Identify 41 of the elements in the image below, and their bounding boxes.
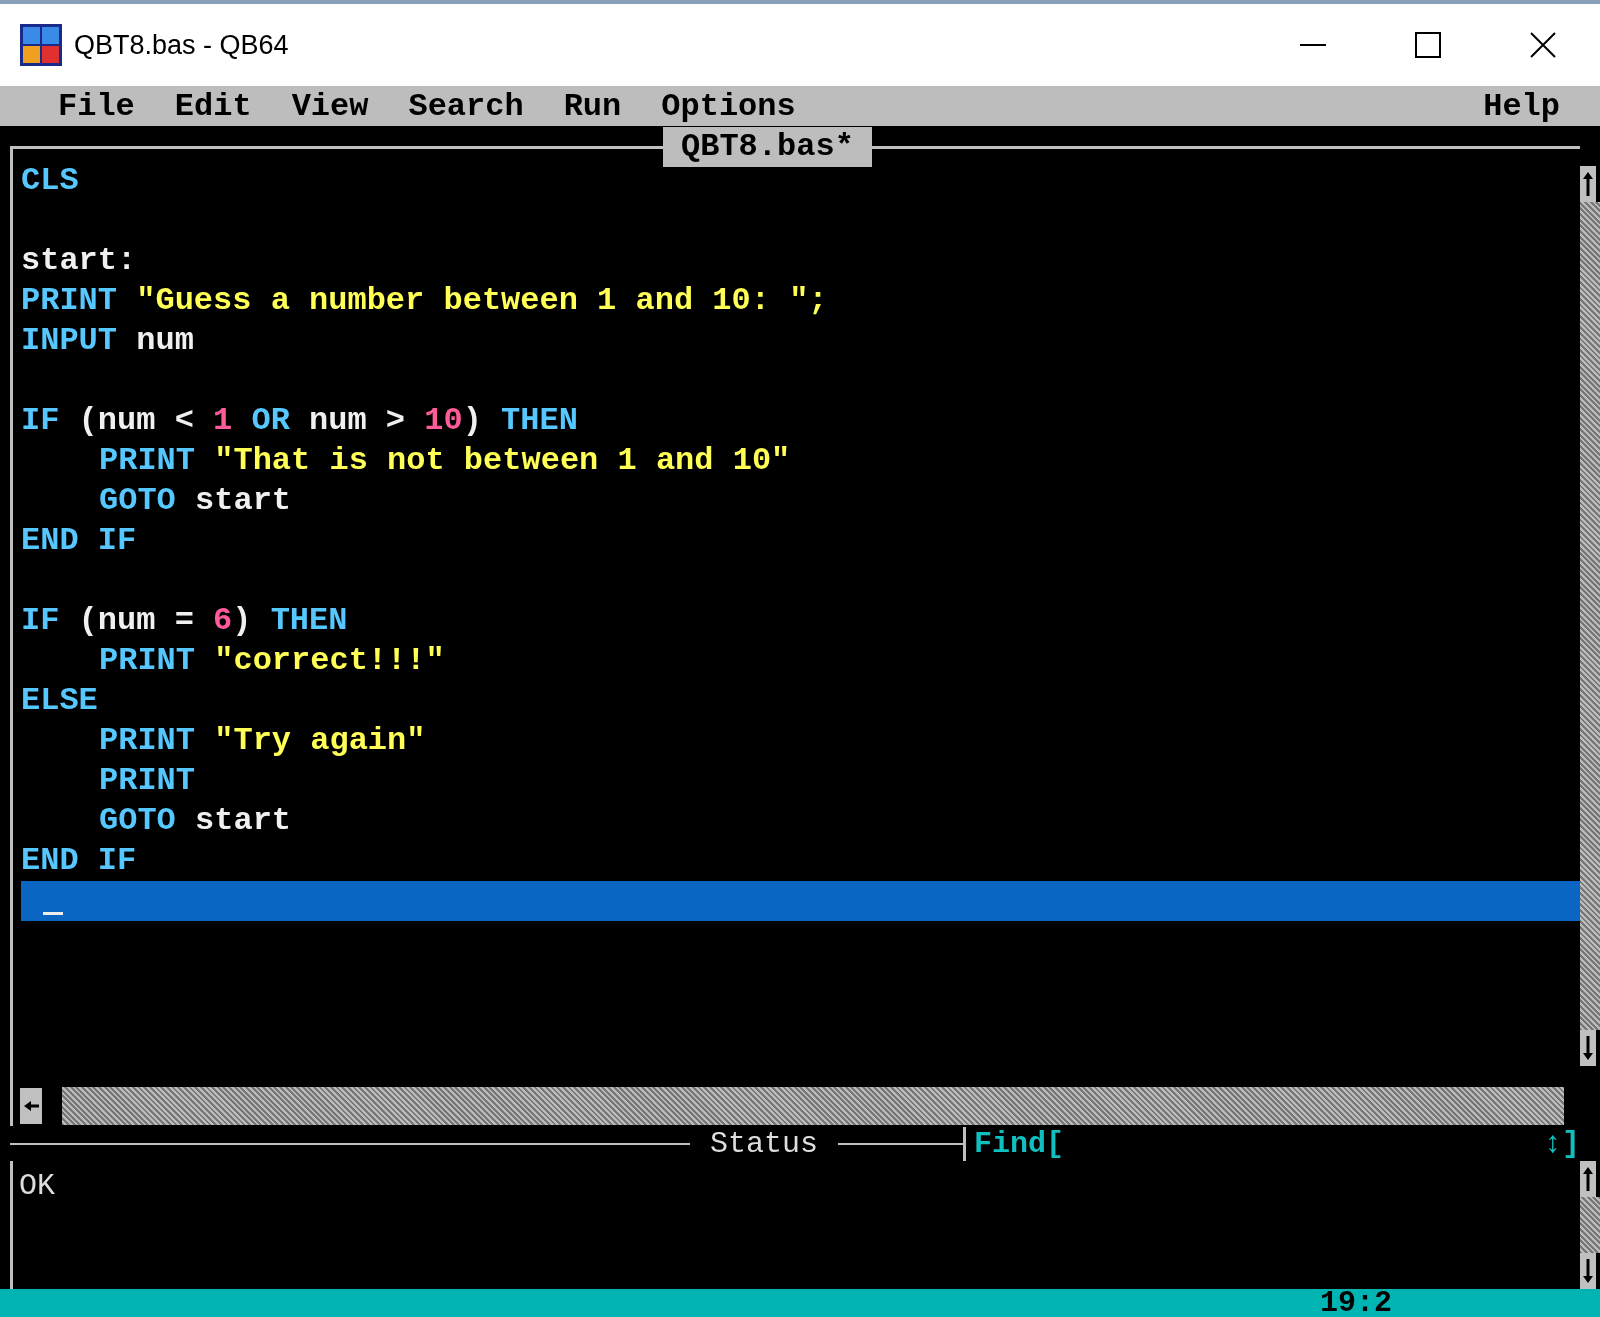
- close-icon[interactable]: [1528, 31, 1557, 59]
- code-line: IF (num < 1 OR num > 10) THEN: [21, 401, 579, 441]
- menu-item[interactable]: Search: [408, 87, 524, 125]
- code-line: start:: [21, 241, 138, 281]
- window-title: QBT8.bas - QB64: [74, 29, 290, 61]
- app-logo-icon: [20, 24, 62, 66]
- menu-item[interactable]: File: [58, 87, 135, 125]
- scroll-down-icon[interactable]: [1580, 1253, 1596, 1289]
- code-line: PRINT "correct!!!": [98, 641, 446, 681]
- scroll-down-icon[interactable]: [1580, 1030, 1596, 1066]
- code-line: PRINT "Try again": [98, 721, 427, 761]
- code-line: PRINT "That is not between 1 and 10": [98, 441, 792, 481]
- code-line: ELSE: [21, 681, 99, 721]
- text-cursor: [43, 912, 63, 915]
- vertical-scrollbar[interactable]: [1580, 166, 1600, 1066]
- menu-item[interactable]: Options: [661, 87, 796, 125]
- status-message: OK: [19, 1169, 55, 1203]
- code-line: IF (num = 6) THEN: [21, 601, 349, 641]
- scroll-up-icon[interactable]: [1580, 166, 1596, 202]
- help-menu[interactable]: Help: [1483, 87, 1560, 125]
- code-line: CLS: [21, 161, 80, 201]
- status-title: Status: [709, 1126, 820, 1161]
- menu-item[interactable]: Run: [563, 87, 622, 125]
- menu-item[interactable]: Edit: [174, 87, 252, 125]
- code-line: GOTO start: [98, 801, 293, 841]
- code-line: GOTO start: [98, 481, 293, 521]
- code-line: PRINT "Guess a number between 1 and 10: ";: [21, 281, 829, 321]
- code-line: END IF: [21, 521, 138, 561]
- scroll-up-icon[interactable]: [1580, 1161, 1596, 1197]
- code-line: END IF: [21, 841, 138, 881]
- find-label: Find[: [974, 1126, 1065, 1161]
- horizontal-scrollbar[interactable]: [62, 1087, 1564, 1125]
- minimize-icon[interactable]: [1299, 43, 1326, 47]
- menu-item[interactable]: View: [291, 87, 369, 125]
- maximize-icon[interactable]: [1414, 32, 1441, 58]
- code-line: PRINT: [98, 761, 196, 801]
- code-line: INPUT num: [21, 321, 195, 361]
- find-toggle[interactable]: ↕]: [1544, 1126, 1580, 1161]
- scroll-left-icon[interactable]: [20, 1088, 42, 1124]
- cursor-position: 19:2: [1320, 1286, 1392, 1317]
- status-scrollbar[interactable]: [1580, 1161, 1600, 1289]
